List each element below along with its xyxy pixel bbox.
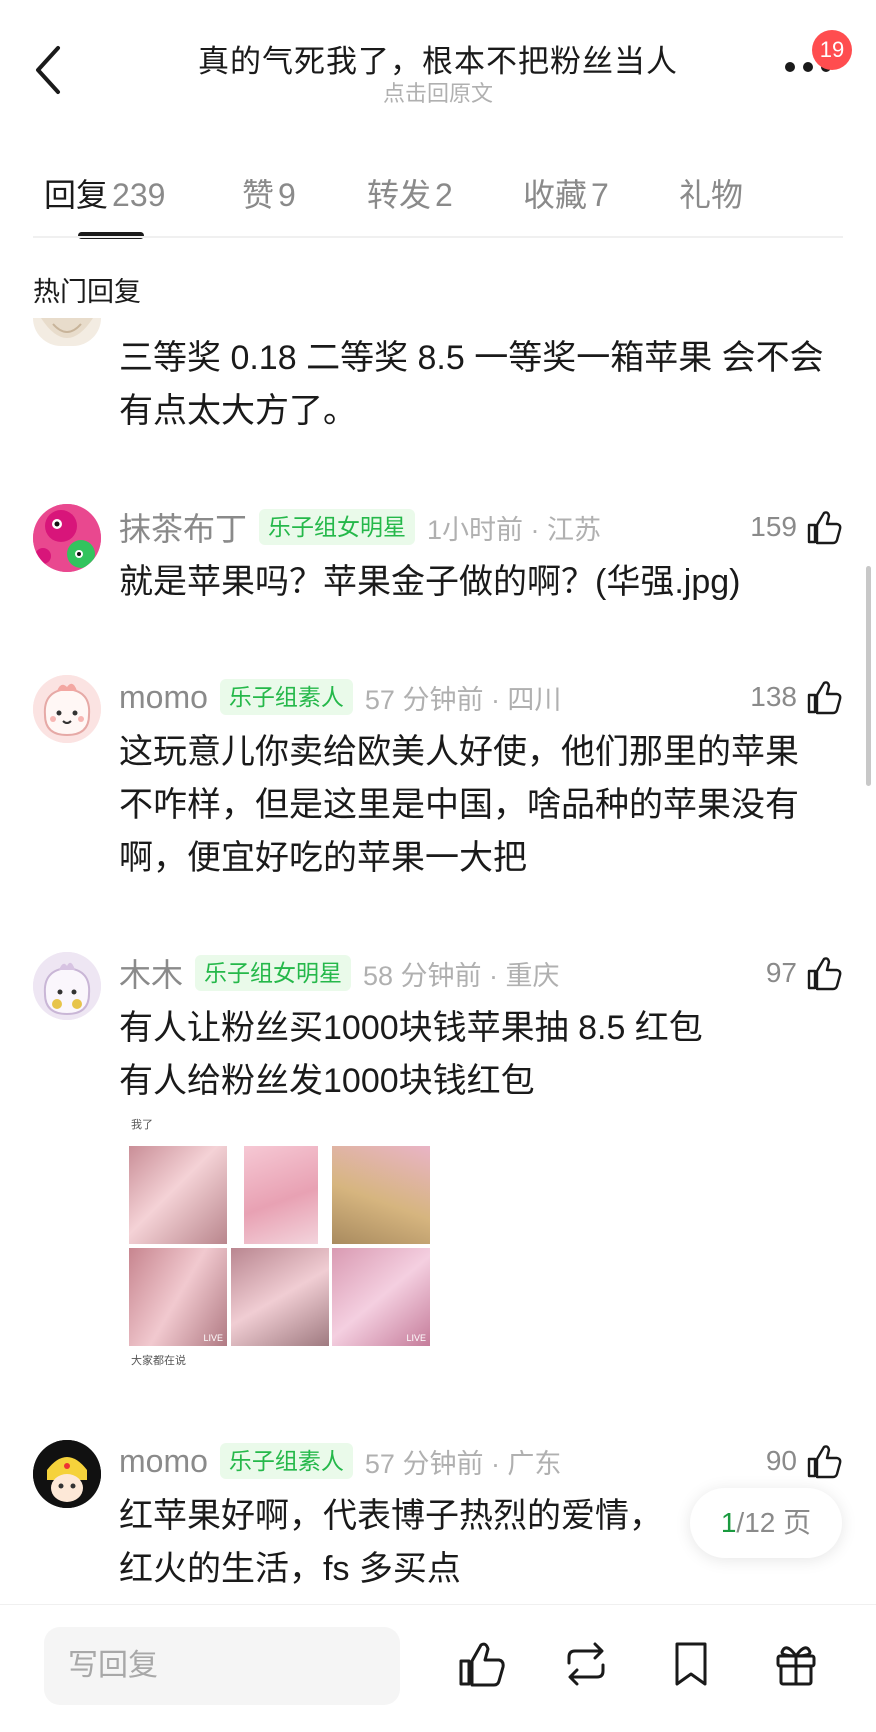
avatar[interactable] [33,952,101,1020]
repost-icon [567,1642,605,1686]
user-tag: 乐子组女明星 [259,509,416,545]
hot-replies-heading: 热门回复 [33,277,141,307]
comment-line: 不咋样，但是这里是中国，啥品种的苹果没有 [119,786,799,824]
notification-badge: 19 [812,30,852,70]
image-caption: 我了 [131,1119,153,1131]
comment-meta: momo 乐子组素人 57 分钟前 · 四川 [119,677,561,717]
like-button[interactable]: 97 [766,953,843,993]
avatar[interactable] [33,1440,101,1508]
like-button[interactable]: 159 [750,507,843,547]
username[interactable]: 抹茶布丁 [119,504,247,550]
page-indicator[interactable]: 1/12 页 [690,1488,842,1558]
tab-count: 7 [591,177,609,213]
reply-input[interactable] [44,1627,400,1705]
image-tile: LIVE [129,1248,227,1346]
bookmark-button[interactable] [666,1639,716,1689]
tab-count: 2 [435,177,453,213]
post-title: 真的气死我了，根本不把粉丝当人 [198,44,678,79]
image-tile [129,1146,227,1244]
live-badge: LIVE [406,1333,426,1343]
tab-count: 239 [112,177,166,213]
like-count: 90 [765,1445,797,1476]
comment-line: 有人给粉丝发1000块钱红包 [119,1062,535,1100]
tab-bar: 回复 239 赞9 转发 2 收藏 7 礼物 [0,162,876,239]
header: 真的气死我了，根本不把粉丝当人 点击回原文 19 [0,0,876,120]
current-page: 1 [720,1507,737,1538]
thumbs-up-icon [807,957,842,991]
avatar[interactable] [33,504,101,572]
back-to-original-link[interactable]: 点击回原文 [0,76,876,108]
comment-text: 有人让粉丝买1000块钱苹果抽 8.5 红包 有人给粉丝发1000块钱红包 [119,1002,703,1108]
tab-gifts[interactable]: 礼物 [679,170,743,216]
like-count: 97 [765,957,797,988]
image-tile: LIVE [332,1248,430,1346]
thumbs-up-icon [459,1642,505,1687]
total-pages: /12 页 [736,1507,812,1538]
tab-replies[interactable]: 回复 239 [44,170,165,216]
comment-text: 这玩意儿你卖给欧美人好使，他们那里的苹果 不咋样，但是这里是中国，啥品种的苹果没… [119,726,799,885]
bookmark-icon [675,1642,707,1686]
like-post-button[interactable] [456,1639,506,1689]
comment-text: 就是苹果吗？苹果金子做的啊？(华强.jpg) [119,556,740,609]
tab-label: 回复 [44,177,109,213]
user-tag: 乐子组女明星 [195,955,352,991]
gift-icon [776,1646,816,1686]
tab-label: 转发 [367,177,432,213]
live-badge: LIVE [203,1333,223,1343]
comment-image[interactable]: 我了 LIVE LIVE 大家都在说 [127,1116,443,1367]
gift-button[interactable] [771,1639,821,1689]
username[interactable]: momo [119,679,208,716]
scrollbar[interactable] [866,566,871,786]
comment-meta: momo 乐子组素人 57 分钟前 · 广东 [119,1441,561,1481]
like-count: 138 [750,681,797,712]
tab-favorites[interactable]: 收藏 7 [523,170,609,216]
comment-meta: 抹茶布丁 乐子组女明星 1小时前 · 江苏 [119,507,601,547]
like-button[interactable]: 138 [750,677,843,717]
like-button[interactable]: 90 [766,1441,843,1481]
tab-label: 赞 [242,177,275,213]
tab-label: 礼物 [679,177,744,213]
comment-line: 这玩意儿你卖给欧美人好使，他们那里的苹果 [119,733,799,771]
image-caption: 大家都在说 [131,1355,186,1367]
comment-text: 三等奖 0.18 二等奖 8.5 一等奖一箱苹果 会不会 有点太大方了。 [119,332,824,438]
timestamp-location: 1小时前 · 江苏 [427,514,602,545]
user-tag: 乐子组素人 [219,1443,353,1479]
image-tile [244,1146,318,1244]
comment-line: 啊，便宜好吃的苹果一大把 [119,839,527,877]
tab-reposts[interactable]: 转发 2 [367,170,453,216]
repost-button[interactable] [561,1639,611,1689]
username[interactable]: momo [119,1443,208,1480]
image-tile [231,1248,329,1346]
comment-meta: 木木 乐子组女明星 58 分钟前 · 重庆 [119,953,560,993]
avatar[interactable] [33,675,101,743]
comment-line: 有人让粉丝买1000块钱苹果抽 8.5 红包 [119,1009,703,1047]
thumbs-up-icon [807,681,842,715]
tab-label: 收藏 [523,177,588,213]
like-count: 159 [750,511,797,542]
tab-count: 9 [278,177,296,213]
thumbs-up-icon [807,1445,842,1479]
timestamp-location: 58 分钟前 · 重庆 [363,960,560,991]
thumbs-up-icon [807,511,842,545]
comment-text: 红苹果好啊，代表博子热烈的爱情， 红火的生活，fs 多买点 [119,1490,663,1596]
comment-line: 有点太大方了。 [119,392,357,430]
username[interactable]: 木木 [119,950,183,996]
tab-likes[interactable]: 赞9 [242,170,296,216]
image-tile [332,1146,430,1244]
comment-line: 红苹果好啊，代表博子热烈的爱情， [119,1497,663,1535]
comment-line: 三等奖 0.18 二等奖 8.5 一等奖一箱苹果 会不会 [119,339,824,377]
comment-line: 就是苹果吗？苹果金子做的啊？(华强.jpg) [119,563,741,601]
divider [33,236,843,238]
avatar[interactable] [33,318,101,346]
timestamp-location: 57 分钟前 · 广东 [364,1448,562,1479]
timestamp-location: 57 分钟前 · 四川 [364,684,562,715]
user-tag: 乐子组素人 [219,679,353,715]
comment-line: 红火的生活，fs 多买点 [119,1550,461,1588]
bottom-bar [0,1604,876,1732]
